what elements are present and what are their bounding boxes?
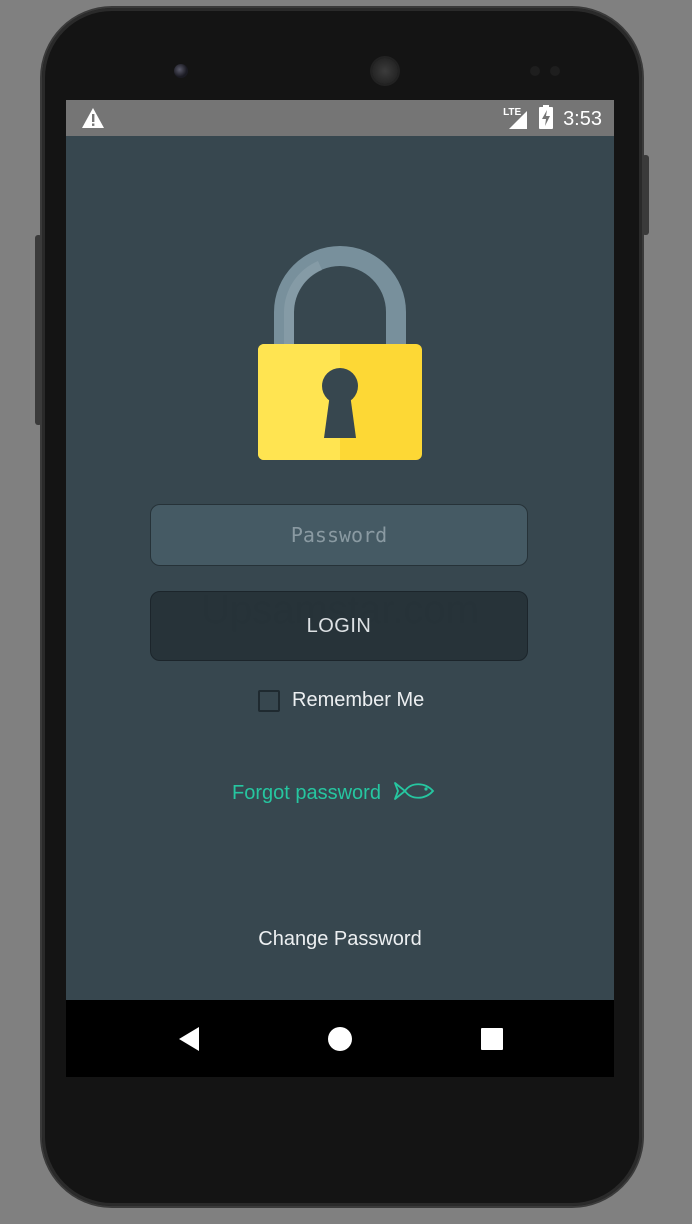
- padlock-icon: [256, 240, 424, 466]
- remember-me-label: Remember Me: [292, 689, 425, 711]
- change-password-link[interactable]: Change Password: [66, 928, 614, 951]
- password-field[interactable]: [150, 504, 528, 566]
- power-button: [642, 155, 649, 235]
- warning-icon: [81, 107, 105, 133]
- battery-charging-icon: [539, 105, 554, 133]
- password-input[interactable]: [151, 504, 527, 566]
- home-icon[interactable]: [325, 1024, 355, 1054]
- fish-icon: [393, 780, 435, 806]
- status-clock: 3:53: [563, 107, 602, 130]
- navigation-bar: [66, 1000, 614, 1077]
- earpiece-speaker: [372, 58, 398, 84]
- login-button[interactable]: LOGIN: [150, 591, 528, 661]
- signal-icon: LTE: [503, 107, 529, 131]
- back-icon[interactable]: [174, 1024, 204, 1054]
- remember-me-row[interactable]: Remember Me: [258, 689, 424, 712]
- proximity-sensor: [530, 66, 540, 76]
- recents-icon[interactable]: [477, 1024, 507, 1054]
- forgot-password-label: Forgot password: [232, 781, 381, 804]
- forgot-password-link[interactable]: Forgot password: [232, 780, 435, 806]
- volume-rocker: [35, 235, 42, 425]
- login-button-label: LOGIN: [306, 614, 372, 637]
- app-screen: LTE 3:53 Up: [66, 100, 614, 1077]
- light-sensor: [550, 66, 560, 76]
- status-bar: LTE 3:53: [66, 100, 614, 136]
- front-camera: [174, 64, 188, 78]
- remember-me-checkbox[interactable]: [258, 689, 280, 712]
